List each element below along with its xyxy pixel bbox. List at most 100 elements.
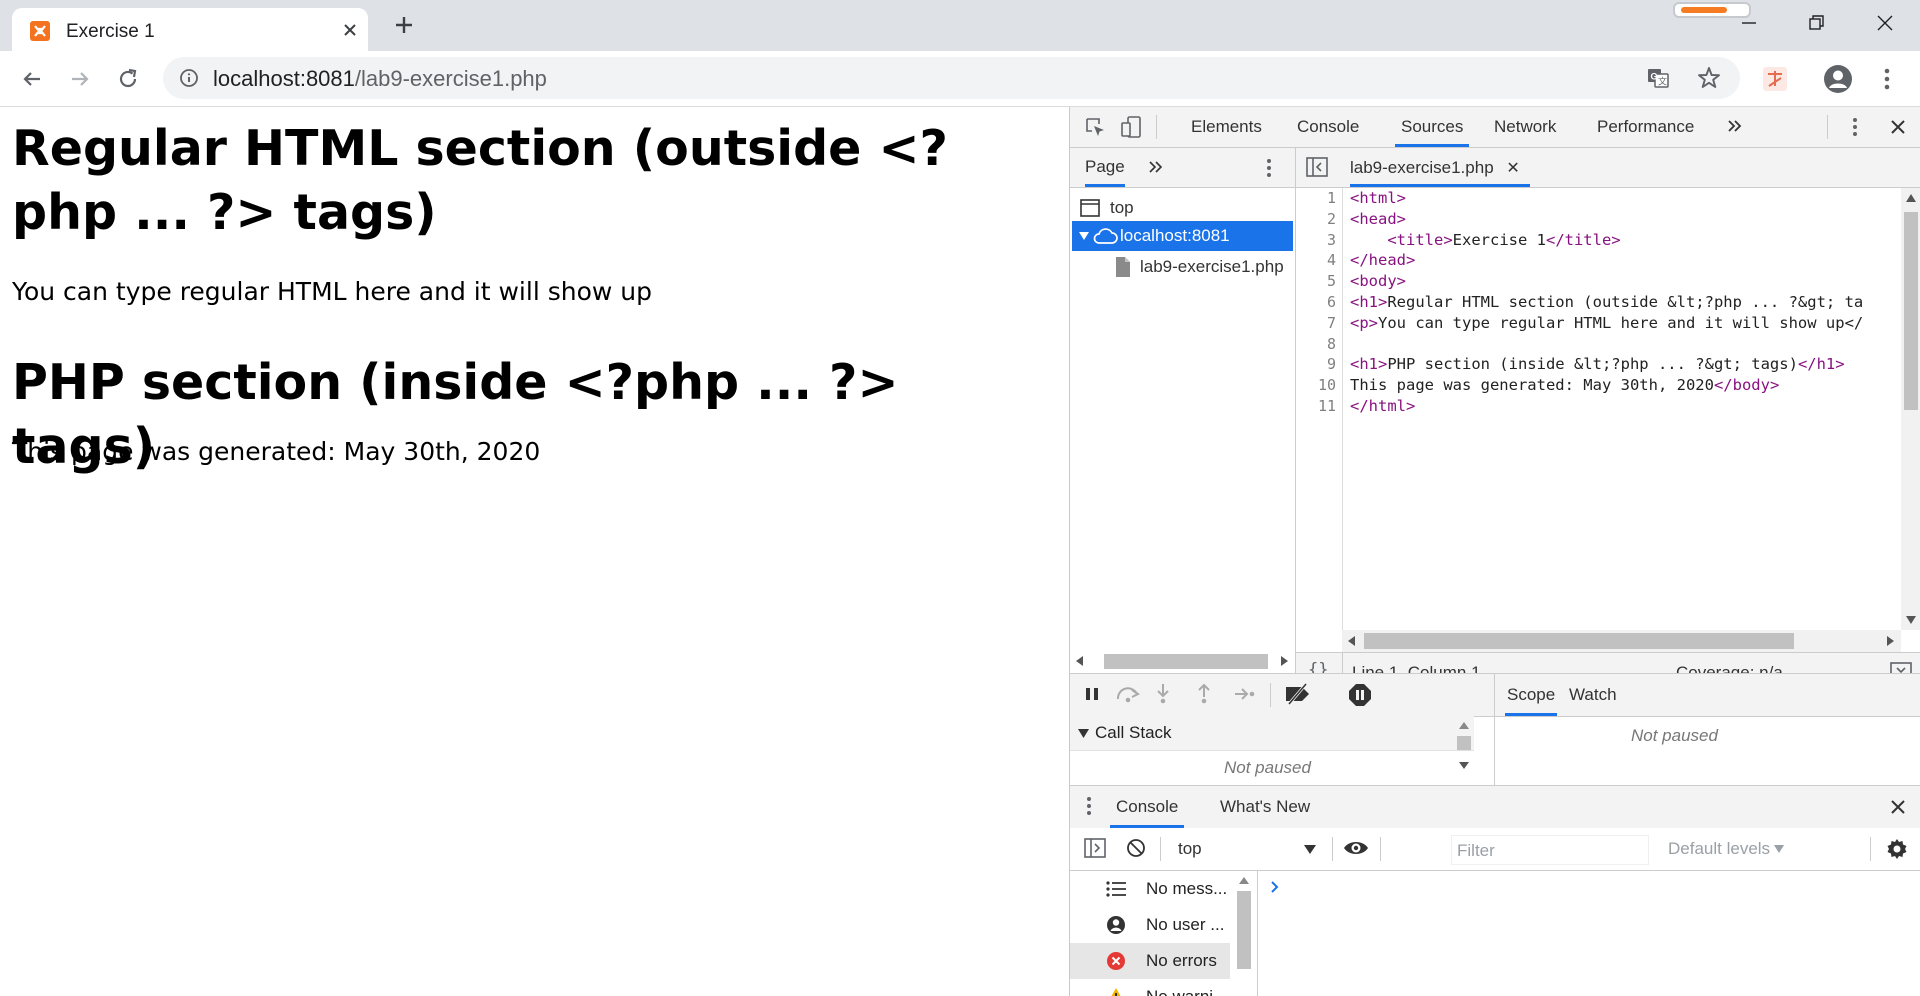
toolbar-separator	[1870, 837, 1871, 861]
scroll-thumb[interactable]	[1237, 891, 1251, 969]
list-icon	[1106, 881, 1126, 897]
console-settings-gear-icon[interactable]	[1885, 837, 1909, 861]
drawer-tab-whats-new[interactable]: What's New	[1220, 797, 1310, 817]
inspect-element-icon[interactable]	[1084, 116, 1106, 138]
close-tab-icon[interactable]	[339, 19, 361, 41]
scroll-thumb[interactable]	[1904, 212, 1918, 410]
source-editor: lab9-exercise1.php ✕ 1 2 3 4 5 6 7 8 9 10 11 <html…	[1296, 148, 1920, 692]
collapse-triangle-icon[interactable]	[1078, 729, 1089, 738]
step-icon[interactable]	[1233, 685, 1257, 703]
sidebar-item-messages[interactable]: No mess...	[1070, 871, 1230, 907]
pause-on-exceptions-icon[interactable]	[1348, 683, 1372, 707]
tab-console[interactable]: Console	[1297, 107, 1359, 147]
drawer-menu-icon[interactable]	[1082, 794, 1096, 818]
navigator-horizontal-scrollbar[interactable]	[1070, 648, 1295, 673]
console-filter-placeholder: Filter	[1457, 841, 1495, 860]
browser-tab[interactable]: Exercise 1	[12, 8, 368, 51]
tree-item-localhost-label: localhost:8081	[1120, 226, 1230, 245]
scroll-thumb[interactable]	[1104, 654, 1268, 669]
device-toolbar-icon[interactable]	[1120, 115, 1142, 139]
bookmark-star-icon[interactable]	[1696, 65, 1722, 91]
scroll-left-icon[interactable]	[1076, 656, 1084, 666]
minimize-icon[interactable]	[1736, 10, 1762, 36]
scroll-up-icon[interactable]	[1239, 877, 1249, 884]
toolbar-separator	[1827, 115, 1828, 139]
scroll-left-icon[interactable]	[1348, 636, 1356, 646]
navigator-tab-page[interactable]: Page	[1085, 157, 1125, 187]
toggle-console-sidebar-icon[interactable]	[1084, 838, 1106, 858]
reload-icon[interactable]	[114, 65, 142, 93]
code-line: </head>	[1350, 251, 1416, 270]
sidebar-item-warnings[interactable]: No warni...	[1070, 979, 1230, 996]
editor-file-tab[interactable]: lab9-exercise1.php ✕	[1350, 148, 1530, 187]
scroll-right-icon[interactable]	[1886, 636, 1894, 646]
sidebar-item-errors[interactable]: No errors	[1070, 943, 1230, 979]
browser-menu-icon[interactable]	[1875, 64, 1899, 94]
new-tab-icon[interactable]	[391, 12, 417, 38]
translate-icon[interactable]: G文	[1646, 66, 1670, 90]
tab-network[interactable]: Network	[1494, 107, 1556, 147]
back-icon[interactable]	[18, 65, 46, 93]
devtools-menu-icon[interactable]	[1848, 115, 1862, 139]
callstack-scrollbar[interactable]	[1454, 718, 1474, 750]
console-sidebar-scrollbar[interactable]	[1234, 871, 1254, 996]
step-out-icon[interactable]	[1196, 683, 1212, 705]
expand-triangle-icon[interactable]	[1078, 231, 1090, 241]
scroll-thumb[interactable]	[1457, 736, 1471, 750]
scroll-right-icon[interactable]	[1280, 656, 1288, 666]
address-bar[interactable]: localhost:8081/lab9-exercise1.php G文	[163, 57, 1740, 99]
scroll-thumb[interactable]	[1364, 633, 1794, 649]
sidebar-item-user-messages[interactable]: No user ...	[1070, 907, 1230, 943]
scroll-down-icon[interactable]	[1906, 616, 1916, 624]
toggle-navigator-icon[interactable]	[1306, 157, 1328, 177]
scroll-down-icon[interactable]	[1459, 762, 1469, 769]
editor-file-tab-label: lab9-exercise1.php	[1350, 158, 1494, 177]
close-file-tab-icon[interactable]: ✕	[1506, 160, 1519, 177]
restore-icon[interactable]	[1803, 10, 1829, 36]
scroll-up-icon[interactable]	[1906, 194, 1916, 202]
step-over-icon[interactable]	[1115, 684, 1141, 704]
drawer-tab-console[interactable]: Console	[1110, 786, 1185, 828]
tree-item-localhost[interactable]: localhost:8081	[1072, 221, 1293, 251]
code-line: This page was generated: May 30th, 2020<…	[1350, 376, 1780, 395]
extension-icon[interactable]	[1760, 64, 1790, 94]
tab-scope[interactable]: Scope	[1505, 674, 1558, 716]
pause-icon[interactable]	[1084, 686, 1100, 702]
tab-sources[interactable]: Sources	[1395, 107, 1470, 147]
close-devtools-icon[interactable]	[1888, 117, 1908, 137]
close-window-icon[interactable]	[1872, 10, 1898, 36]
console-filter-input[interactable]: Filter	[1451, 835, 1649, 865]
navigator-more-chevron-icon[interactable]	[1148, 159, 1164, 175]
code-content[interactable]: <html> <head> <title>Exercise 1</title> </…	[1350, 188, 1896, 630]
console-prompt[interactable]	[1270, 880, 1280, 894]
devtools-panel: Elements Console Sources Network Perform…	[1069, 107, 1920, 996]
context-selector[interactable]: top	[1168, 834, 1320, 864]
log-levels-dropdown[interactable]: Default levels	[1658, 834, 1784, 864]
site-info-icon[interactable]	[179, 68, 199, 88]
step-into-icon[interactable]	[1155, 683, 1171, 705]
forward-icon[interactable]	[66, 65, 94, 93]
live-expression-eye-icon[interactable]	[1343, 838, 1369, 858]
editor-horizontal-scrollbar[interactable]	[1342, 630, 1901, 652]
more-tabs-chevron-icon[interactable]	[1726, 117, 1744, 135]
line-number-gutter: 1 2 3 4 5 6 7 8 9 10 11	[1296, 188, 1343, 630]
toolbar-separator	[1156, 115, 1157, 139]
call-stack-header[interactable]: Call Stack	[1070, 716, 1474, 751]
close-drawer-icon[interactable]	[1888, 797, 1908, 817]
line-number: 11	[1317, 396, 1336, 415]
deactivate-breakpoints-icon[interactable]	[1284, 683, 1314, 705]
tab-watch[interactable]: Watch	[1569, 685, 1617, 705]
sources-navigator: Page top localhost:8081 lab9-exercise1.p…	[1070, 148, 1296, 673]
profile-avatar-icon[interactable]	[1822, 63, 1854, 95]
tab-performance[interactable]: Performance	[1597, 107, 1694, 147]
error-icon	[1107, 952, 1125, 970]
tab-elements[interactable]: Elements	[1191, 107, 1262, 147]
drawer-tabbar: Console What's New	[1070, 785, 1920, 829]
navigator-menu-icon[interactable]	[1262, 156, 1276, 180]
scroll-up-icon[interactable]	[1459, 722, 1469, 729]
console-toolbar: top Filter Default levels	[1070, 828, 1920, 871]
page-paragraph-regular: You can type regular HTML here and it wi…	[12, 277, 652, 306]
editor-vertical-scrollbar[interactable]	[1901, 188, 1920, 630]
clear-console-icon[interactable]	[1126, 838, 1146, 858]
